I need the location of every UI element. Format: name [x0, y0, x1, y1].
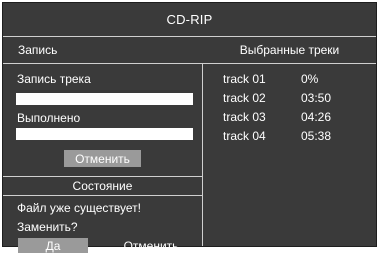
selected-tracks-header: Выбранные треки — [239, 43, 340, 57]
track-name: track 04 — [223, 129, 266, 143]
track-name: track 02 — [223, 91, 266, 105]
done-progress-field — [16, 128, 193, 140]
track-value: 03:50 — [301, 91, 332, 105]
done-label: Выполнено — [17, 111, 81, 125]
window-title: CD-RIP — [3, 3, 376, 37]
track-name: track 01 — [223, 72, 266, 86]
recording-pane: Запись трека Выполнено Отменить Состояни… — [3, 64, 202, 253]
section-headers: Запись Выбранные треки — [3, 37, 376, 64]
cd-rip-screen: CD-RIP Запись Выбранные треки Запись тре… — [2, 2, 377, 253]
yes-button[interactable]: Да — [18, 238, 88, 253]
track-name: track 03 — [223, 110, 266, 124]
track-value: 0% — [301, 72, 319, 86]
list-item[interactable]: track 01 0% — [223, 72, 373, 90]
cancel-recording-button[interactable]: Отменить — [64, 150, 141, 167]
track-recording-progress-field — [16, 93, 193, 105]
track-value: 04:26 — [301, 110, 332, 124]
replace-question: Заменить? — [17, 220, 78, 234]
track-recording-label: Запись трека — [17, 72, 91, 86]
recording-section-header: Запись — [18, 43, 58, 57]
track-value: 05:38 — [301, 129, 332, 143]
status-header: Состояние — [3, 176, 202, 196]
selected-tracks-pane: track 01 0% track 02 03:50 track 03 04:2… — [203, 64, 376, 246]
file-exists-message: Файл уже существует! — [17, 201, 141, 215]
list-item[interactable]: track 04 05:38 — [223, 129, 373, 147]
list-item[interactable]: track 03 04:26 — [223, 110, 373, 128]
cancel-replace-button[interactable]: Отменить — [111, 238, 191, 253]
list-item[interactable]: track 02 03:50 — [223, 91, 373, 109]
